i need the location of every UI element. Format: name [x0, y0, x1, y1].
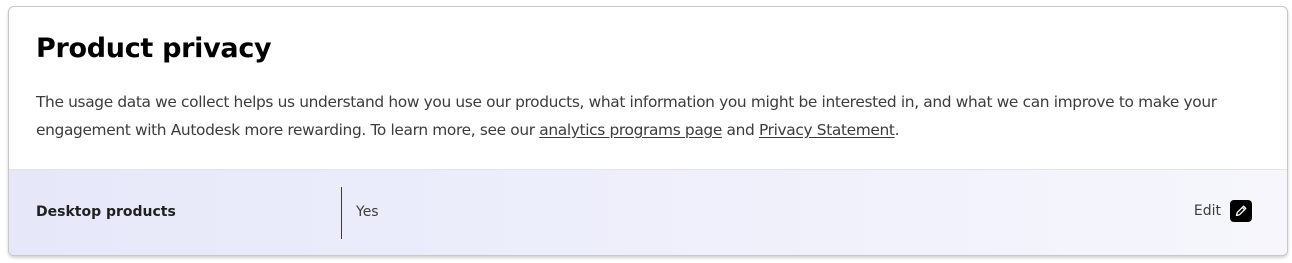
- desktop-products-row: Desktop products Yes Edit: [9, 169, 1287, 255]
- description-text-middle: and: [721, 121, 759, 139]
- row-divider: [341, 187, 342, 239]
- card-header: Product privacy The usage data we collec…: [9, 7, 1287, 169]
- section-description: The usage data we collect helps us under…: [36, 88, 1236, 144]
- edit-button[interactable]: Edit: [1194, 200, 1252, 222]
- page-title: Product privacy: [36, 33, 272, 64]
- edit-label: Edit: [1193, 203, 1221, 219]
- pencil-icon: [1230, 200, 1252, 222]
- product-privacy-card: Product privacy The usage data we collec…: [8, 6, 1288, 256]
- privacy-statement-link[interactable]: Privacy Statement: [759, 121, 895, 139]
- description-text-end: .: [894, 121, 900, 139]
- setting-value: Yes: [356, 204, 379, 220]
- setting-label: Desktop products: [36, 204, 176, 220]
- analytics-programs-link[interactable]: analytics programs page: [539, 121, 722, 139]
